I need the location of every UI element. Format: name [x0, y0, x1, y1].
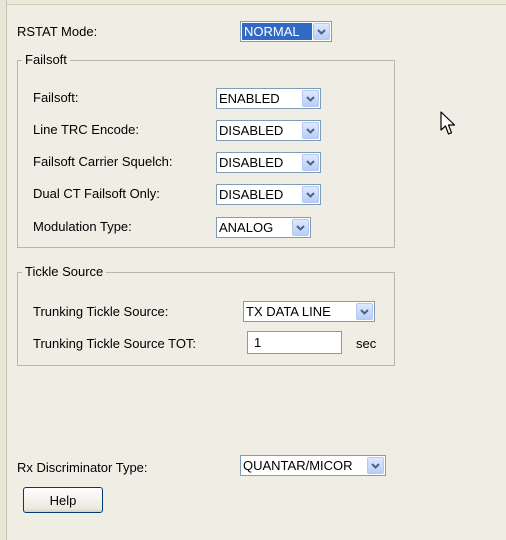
help-button[interactable]: Help — [23, 487, 103, 513]
window-left-edge — [0, 0, 7, 540]
chevron-down-icon[interactable] — [302, 122, 319, 139]
failsoft-carrier-squelch-value: DISABLED — [219, 155, 284, 170]
window-top-edge — [0, 0, 506, 5]
dual-ct-failsoft-only-label: Dual CT Failsoft Only: — [33, 186, 160, 201]
help-button-label: Help — [49, 492, 77, 508]
trunking-tickle-source-tot-label: Trunking Tickle Source TOT: — [33, 336, 197, 351]
rx-discriminator-type-select[interactable]: QUANTAR/MICOR — [240, 455, 386, 476]
chevron-down-icon[interactable] — [313, 23, 330, 40]
chevron-down-icon[interactable] — [356, 303, 373, 320]
tot-unit-label: sec — [356, 336, 377, 351]
tickle-source-group-legend: Tickle Source — [22, 264, 107, 279]
rx-discriminator-type-label: Rx Discriminator Type: — [17, 460, 148, 475]
line-trc-encode-select[interactable]: DISABLED — [216, 120, 321, 141]
chevron-down-icon[interactable] — [292, 219, 309, 236]
rstat-mode-label: RSTAT Mode: — [17, 24, 98, 39]
mouse-cursor-icon — [440, 111, 456, 135]
failsoft-carrier-squelch-label: Failsoft Carrier Squelch: — [33, 154, 173, 169]
line-trc-encode-label: Line TRC Encode: — [33, 122, 139, 137]
modulation-type-value: ANALOG — [219, 220, 274, 235]
rstat-mode-value: NORMAL — [242, 23, 312, 40]
trunking-tickle-source-select[interactable]: TX DATA LINE — [243, 301, 375, 322]
modulation-type-select[interactable]: ANALOG — [216, 217, 311, 238]
chevron-down-icon[interactable] — [302, 154, 319, 171]
chevron-down-icon[interactable] — [302, 186, 319, 203]
trunking-tickle-source-value: TX DATA LINE — [246, 304, 331, 319]
failsoft-value: ENABLED — [219, 91, 280, 106]
line-trc-encode-value: DISABLED — [219, 123, 284, 138]
modulation-type-label: Modulation Type: — [33, 219, 132, 234]
rx-discriminator-type-value: QUANTAR/MICOR — [243, 458, 353, 473]
trunking-tickle-source-tot-input[interactable]: 1 — [247, 331, 342, 354]
trunking-tickle-source-label: Trunking Tickle Source: — [33, 304, 169, 319]
failsoft-label: Failsoft: — [33, 90, 79, 105]
rstat-mode-select[interactable]: NORMAL — [240, 21, 332, 42]
failsoft-carrier-squelch-select[interactable]: DISABLED — [216, 152, 321, 173]
chevron-down-icon[interactable] — [302, 90, 319, 107]
chevron-down-icon[interactable] — [367, 457, 384, 474]
dual-ct-failsoft-only-select[interactable]: DISABLED — [216, 184, 321, 205]
failsoft-group-legend: Failsoft — [22, 52, 70, 67]
dual-ct-failsoft-only-value: DISABLED — [219, 187, 284, 202]
failsoft-select[interactable]: ENABLED — [216, 88, 321, 109]
